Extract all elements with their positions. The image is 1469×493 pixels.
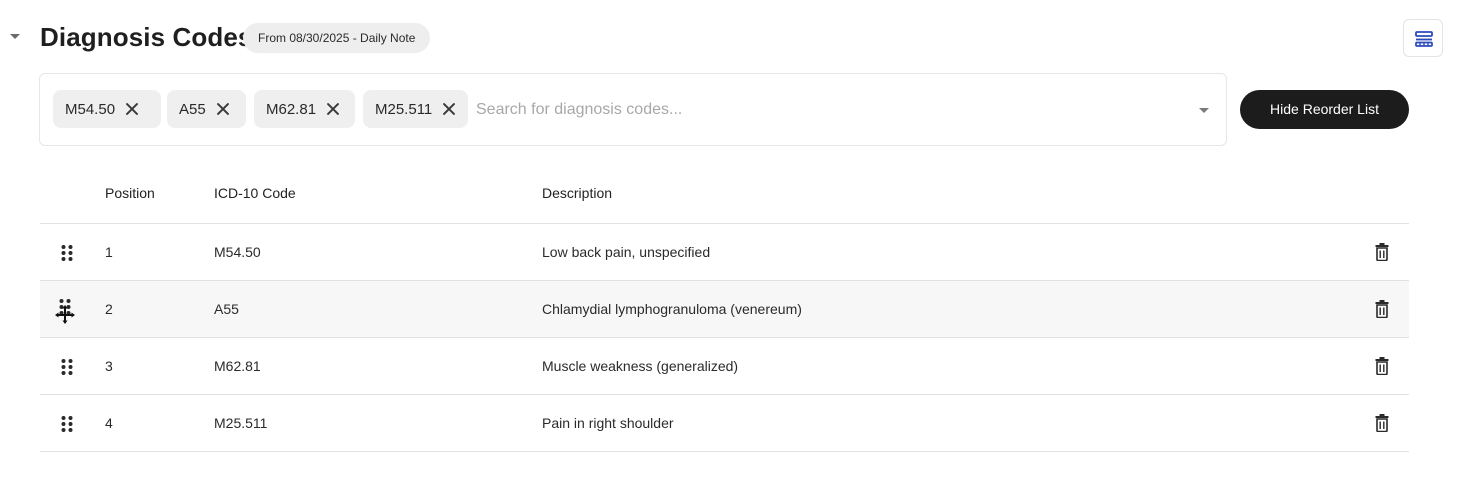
close-icon[interactable] [442, 102, 456, 116]
column-header-position: Position [105, 185, 155, 201]
trash-icon[interactable] [1375, 357, 1389, 375]
drag-handle-icon[interactable] [60, 415, 74, 433]
row-position: 3 [105, 358, 113, 374]
diagnosis-code-selector[interactable]: M54.50 A55 M62.81 M25.511 [39, 73, 1227, 146]
close-icon[interactable] [125, 102, 139, 116]
row-description: Pain in right shoulder [542, 415, 674, 431]
diagnosis-reorder-table: Position ICD-10 Code Description 1 M54.5… [40, 165, 1409, 452]
section-header: Diagnosis Codes From 08/30/2025 - Daily … [0, 16, 1469, 60]
row-icd10-code: M54.50 [214, 244, 261, 260]
row-icd10-code: M62.81 [214, 358, 261, 374]
table-row: 3 M62.81 Muscle weakness (generalized) [40, 338, 1409, 395]
drag-handle-icon[interactable] [60, 244, 74, 262]
column-header-icd10-code: ICD-10 Code [214, 185, 296, 201]
trash-icon[interactable] [1375, 243, 1389, 261]
code-chip-m54-50: M54.50 [53, 90, 161, 128]
chevron-down-icon[interactable] [1199, 108, 1209, 113]
hide-reorder-list-button[interactable]: Hide Reorder List [1240, 90, 1409, 129]
row-icd10-code: A55 [214, 301, 239, 317]
table-row: 2 A55 Chlamydial lymphogranuloma (venere… [40, 281, 1409, 338]
code-chip-a55: A55 [167, 90, 246, 128]
code-chip-label: M62.81 [266, 100, 317, 118]
list-settings-icon [1415, 31, 1433, 47]
drag-handle-icon[interactable] [60, 358, 74, 376]
close-icon[interactable] [326, 102, 340, 116]
source-badge: From 08/30/2025 - Daily Note [243, 23, 431, 53]
table-header: Position ICD-10 Code Description [40, 165, 1409, 224]
row-description: Chlamydial lymphogranuloma (venereum) [542, 301, 802, 317]
code-chip-m25-511: M25.511 [363, 90, 468, 128]
row-position: 4 [105, 415, 113, 431]
code-chip-label: M25.511 [375, 100, 433, 118]
page-title: Diagnosis Codes [40, 22, 253, 52]
code-chip-label: A55 [179, 100, 206, 118]
close-icon[interactable] [216, 102, 230, 116]
table-row: 4 M25.511 Pain in right shoulder [40, 395, 1409, 452]
code-chip-m62-81: M62.81 [254, 90, 355, 128]
row-position: 1 [105, 244, 113, 260]
diagnosis-search-input[interactable] [476, 94, 1176, 126]
row-description: Low back pain, unspecified [542, 244, 711, 260]
drag-handle-icon[interactable] [54, 298, 76, 324]
table-row: 1 M54.50 Low back pain, unspecified [40, 224, 1409, 281]
collapse-chevron-icon[interactable] [10, 34, 20, 39]
trash-icon[interactable] [1375, 300, 1389, 318]
row-icd10-code: M25.511 [214, 415, 268, 431]
list-settings-button[interactable] [1403, 19, 1443, 57]
code-chip-label: M54.50 [65, 100, 116, 118]
column-header-description: Description [542, 185, 613, 201]
trash-icon[interactable] [1375, 414, 1389, 432]
row-description: Muscle weakness (generalized) [542, 358, 739, 374]
row-position: 2 [105, 301, 113, 317]
